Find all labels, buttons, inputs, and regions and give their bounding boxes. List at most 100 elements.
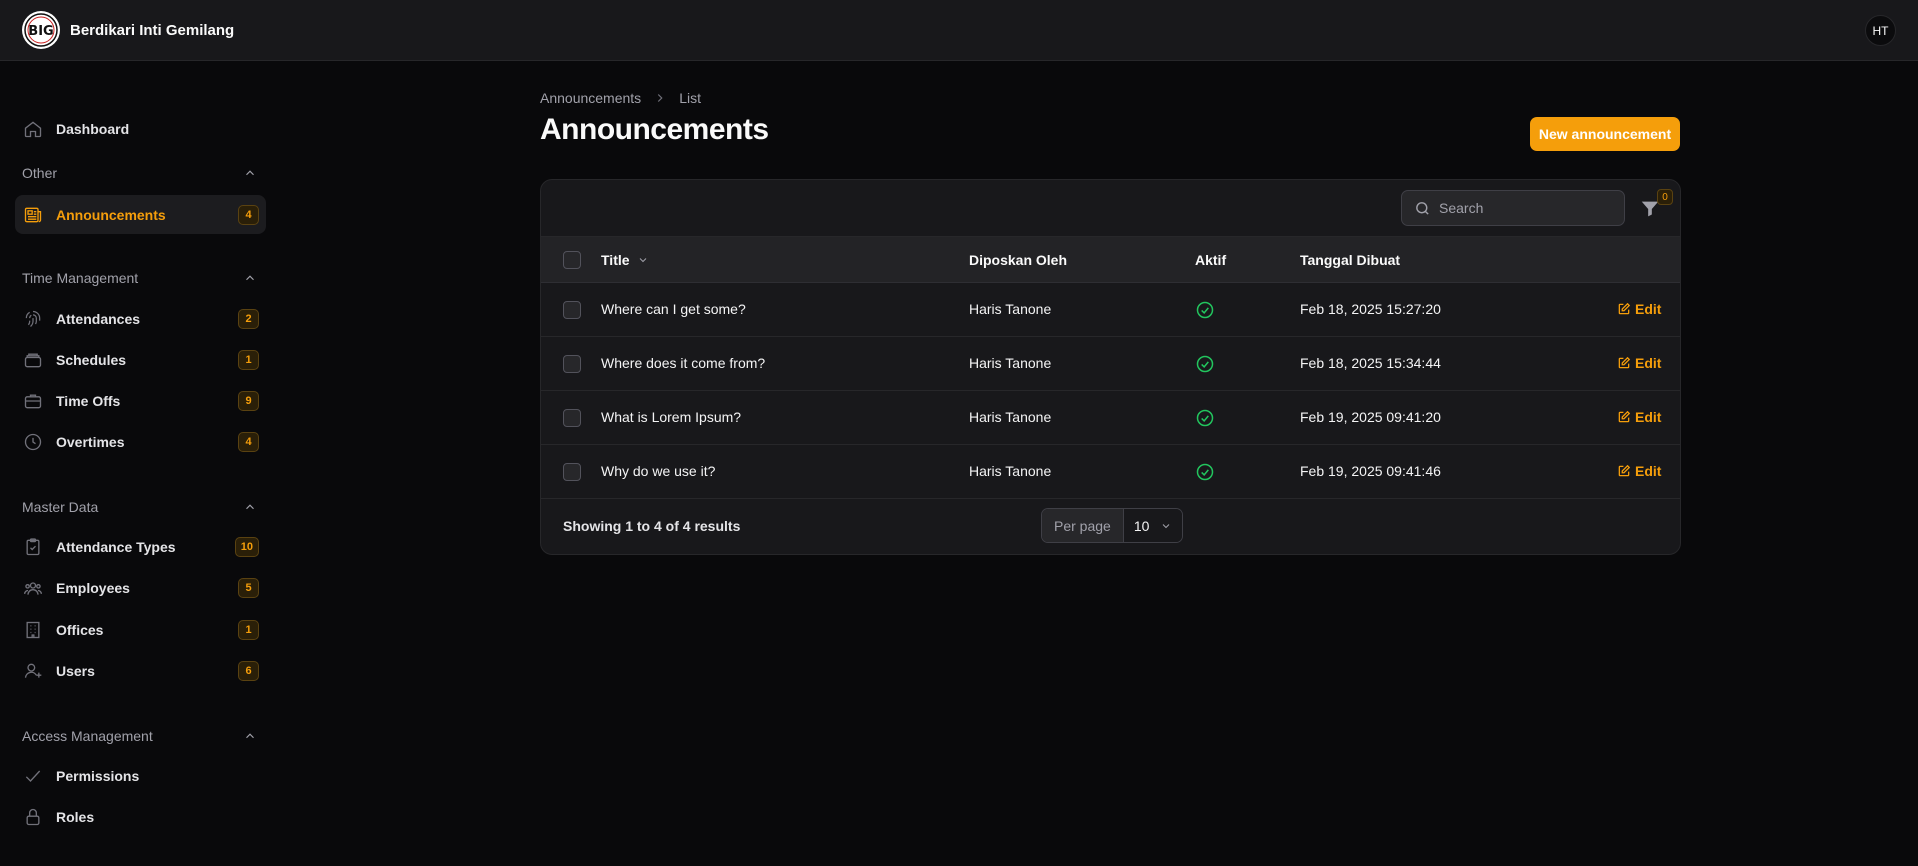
chevron-up-icon[interactable] xyxy=(243,271,257,285)
table-toolbar: 0 xyxy=(541,180,1680,237)
briefcase-icon xyxy=(22,390,43,411)
count-badge: 9 xyxy=(238,391,259,411)
chevron-down-icon xyxy=(1162,523,1170,528)
count-badge: 1 xyxy=(238,350,259,370)
column-header-created: Tanggal Dibuat xyxy=(1300,252,1401,268)
results-summary: Showing 1 to 4 of 4 results xyxy=(563,518,741,534)
sidebar-item-schedules[interactable]: Schedules 1 xyxy=(15,340,266,379)
edit-label: Edit xyxy=(1635,463,1662,479)
count-badge: 2 xyxy=(238,309,259,329)
brand-logo[interactable]: BIG xyxy=(22,11,60,49)
row-checkbox[interactable] xyxy=(563,301,581,319)
sidebar-item-label: Users xyxy=(56,662,95,679)
breadcrumb-link-announcements[interactable]: Announcements xyxy=(540,90,641,106)
svg-text:BIG: BIG xyxy=(28,24,53,39)
fingerprint-icon xyxy=(22,308,43,329)
chevron-up-icon[interactable] xyxy=(243,729,257,743)
edit-button[interactable]: Edit xyxy=(1617,409,1661,425)
lock-icon xyxy=(22,806,43,827)
group-label-master-data: Master Data xyxy=(22,499,99,515)
sidebar-item-dashboard[interactable]: Dashboard xyxy=(15,109,266,148)
check-circle-icon xyxy=(1196,355,1214,373)
cell-title: Why do we use it? xyxy=(601,463,716,479)
select-all-checkbox[interactable] xyxy=(563,251,581,269)
sidebar-item-label: Permissions xyxy=(56,767,140,784)
sidebar-item-label: Schedules xyxy=(56,351,127,368)
sidebar-item-offices[interactable]: Offices 1 xyxy=(15,610,266,649)
table-row[interactable]: Where does it come from? Haris Tanone Fe… xyxy=(541,337,1680,391)
top-bar: BIG Berdikari Inti Gemilang HT xyxy=(0,0,1918,61)
table-row[interactable]: Why do we use it? Haris Tanone Feb 19, 2… xyxy=(541,445,1680,499)
user-plus-icon xyxy=(22,660,43,681)
newspaper-icon xyxy=(22,204,43,225)
edit-button[interactable]: Edit xyxy=(1617,355,1661,371)
cell-created: Feb 19, 2025 09:41:46 xyxy=(1300,463,1441,479)
sidebar-item-label: Offices xyxy=(56,621,104,638)
new-announcement-button[interactable]: New announcement xyxy=(1530,117,1680,151)
per-page-label: Per page xyxy=(1042,509,1124,542)
column-header-active: Aktif xyxy=(1195,252,1227,268)
row-checkbox[interactable] xyxy=(563,355,581,373)
table-header: Title Diposkan Oleh Aktif Tanggal Dibuat xyxy=(541,237,1680,283)
announcements-table: 0 Title Diposkan Oleh Aktif Tanggal Dibu… xyxy=(540,179,1681,555)
chevron-up-icon[interactable] xyxy=(243,500,257,514)
cell-title: Where does it come from? xyxy=(601,355,766,371)
sidebar-item-roles[interactable]: Roles xyxy=(15,797,266,836)
brand-name: Berdikari Inti Gemilang xyxy=(70,21,235,39)
user-avatar[interactable]: HT xyxy=(1865,15,1896,46)
filter-count-badge: 0 xyxy=(1657,189,1673,205)
column-header-title[interactable]: Title xyxy=(601,252,649,268)
building-icon xyxy=(22,619,43,640)
sidebar-item-overtimes[interactable]: Overtimes 4 xyxy=(15,422,266,461)
breadcrumb-current: List xyxy=(679,90,701,106)
cell-created: Feb 18, 2025 15:34:44 xyxy=(1300,355,1441,371)
column-header-posted-by: Diposkan Oleh xyxy=(969,252,1068,268)
cell-posted-by: Haris Tanone xyxy=(969,355,1052,371)
sidebar: Dashboard Other Announcements 4 Time Man… xyxy=(0,61,280,866)
sidebar-item-attendances[interactable]: Attendances 2 xyxy=(15,299,266,338)
sidebar-item-label: Attendances xyxy=(56,310,141,327)
edit-icon xyxy=(1618,356,1631,369)
clock-icon xyxy=(22,431,43,452)
sidebar-item-label: Overtimes xyxy=(56,433,125,450)
sidebar-item-label: Announcements xyxy=(56,206,166,223)
sidebar-item-announcements[interactable]: Announcements 4 xyxy=(15,195,266,234)
search-icon xyxy=(1416,201,1429,215)
group-label-time-management: Time Management xyxy=(22,270,139,286)
per-page-select[interactable]: Per page 10 xyxy=(1041,508,1183,543)
sidebar-item-label: Employees xyxy=(56,579,130,596)
home-icon xyxy=(22,118,43,139)
row-checkbox[interactable] xyxy=(563,463,581,481)
sidebar-item-label: Dashboard xyxy=(56,120,130,137)
cell-posted-by: Haris Tanone xyxy=(969,463,1052,479)
count-badge: 1 xyxy=(238,620,259,640)
per-page-dropdown[interactable]: 10 xyxy=(1123,509,1182,542)
group-label-access-management: Access Management xyxy=(22,728,153,744)
page-title: Announcements xyxy=(540,113,769,146)
chevron-up-icon[interactable] xyxy=(243,166,257,180)
group-label-other: Other xyxy=(22,165,58,181)
count-badge: 4 xyxy=(238,432,259,452)
sidebar-item-time-offs[interactable]: Time Offs 9 xyxy=(15,381,266,420)
table-row[interactable]: What is Lorem Ipsum? Haris Tanone Feb 19… xyxy=(541,391,1680,445)
edit-icon xyxy=(1618,410,1631,423)
check-icon xyxy=(22,765,43,786)
sidebar-item-attendance-types[interactable]: Attendance Types 10 xyxy=(15,527,266,566)
per-page-value: 10 xyxy=(1133,517,1150,534)
cell-title: Where can I get some? xyxy=(601,301,746,317)
check-circle-icon xyxy=(1196,409,1214,427)
sidebar-item-users[interactable]: Users 6 xyxy=(15,651,266,690)
edit-button[interactable]: Edit xyxy=(1617,463,1661,479)
row-checkbox[interactable] xyxy=(563,409,581,427)
search-input[interactable] xyxy=(1439,200,1609,216)
sidebar-item-label: Attendance Types xyxy=(56,538,176,555)
edit-button[interactable]: Edit xyxy=(1617,301,1661,317)
cell-posted-by: Haris Tanone xyxy=(969,301,1052,317)
table-row[interactable]: Where can I get some? Haris Tanone Feb 1… xyxy=(541,283,1680,337)
check-circle-icon xyxy=(1196,301,1214,319)
cell-created: Feb 19, 2025 09:41:20 xyxy=(1300,409,1441,425)
edit-label: Edit xyxy=(1635,409,1662,425)
sidebar-item-permissions[interactable]: Permissions xyxy=(15,756,266,795)
search-field[interactable] xyxy=(1401,190,1625,226)
sidebar-item-employees[interactable]: Employees 5 xyxy=(15,568,266,607)
